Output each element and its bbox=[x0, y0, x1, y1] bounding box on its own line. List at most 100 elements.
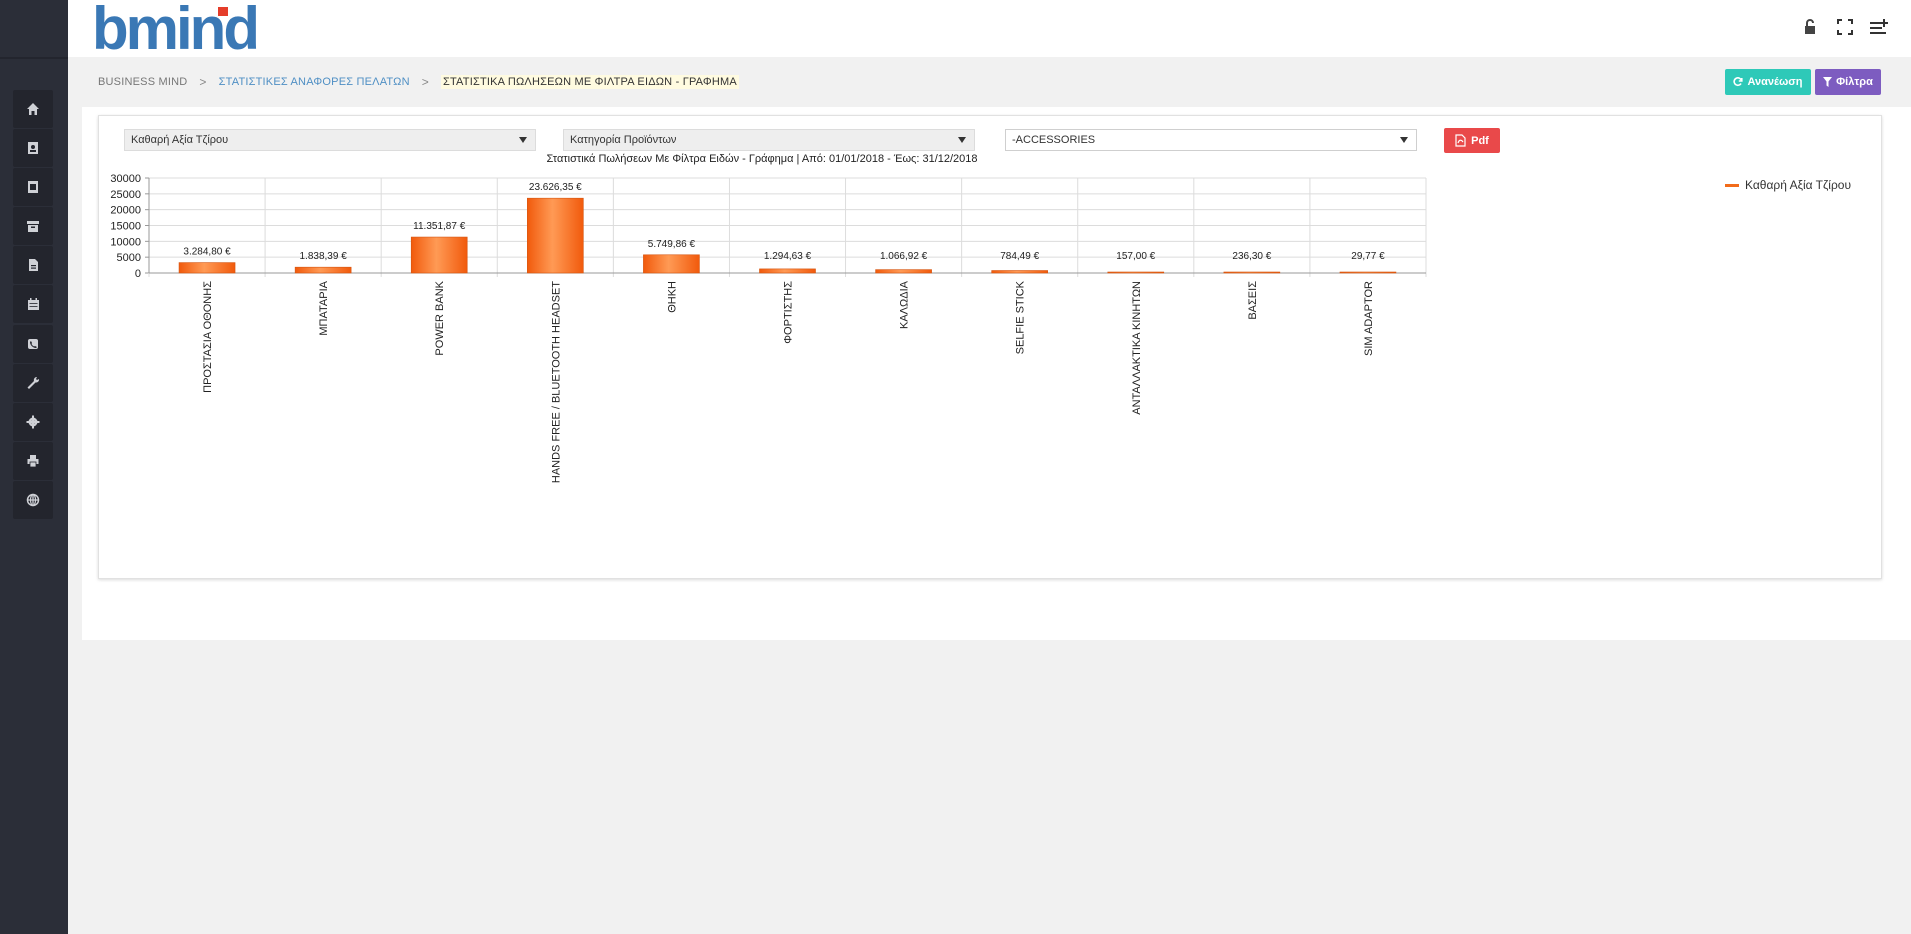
phone-icon bbox=[28, 339, 38, 349]
pdf-label: Pdf bbox=[1471, 134, 1489, 147]
y-tick-label: 0 bbox=[135, 268, 141, 280]
bmind-logo[interactable]: bmind bbox=[92, 3, 292, 55]
measure-select-value: Καθαρή Αξία Τζίρου bbox=[131, 134, 229, 146]
x-tick-label: SELFIE STICK bbox=[1015, 280, 1027, 354]
sidebar-item-globe[interactable] bbox=[13, 481, 53, 519]
x-tick-label: ΘΗΚΗ bbox=[666, 281, 678, 313]
refresh-label: Ανανέωση bbox=[1747, 76, 1803, 88]
x-tick-label: ΜΠΑΤΑΡΙΑ bbox=[318, 280, 330, 335]
x-tick-label: ΠΡΟΣΤΑΣΙΑ ΟΘΟΝΗΣ bbox=[202, 281, 214, 393]
add-list-icon[interactable] bbox=[1869, 18, 1889, 36]
y-tick-label: 15000 bbox=[110, 221, 141, 233]
x-tick-label: POWER BANK bbox=[434, 280, 446, 355]
sidebar-divider bbox=[0, 57, 68, 59]
fullscreen-icon[interactable] bbox=[1835, 18, 1855, 36]
svg-text:bmind: bmind bbox=[92, 3, 257, 55]
sidebar-header bbox=[0, 0, 68, 57]
print-icon bbox=[27, 455, 39, 468]
sidebar-item-address-card[interactable] bbox=[13, 168, 53, 206]
filters-button[interactable]: Φίλτρα bbox=[1815, 69, 1881, 95]
sidebar-item-wrench[interactable] bbox=[13, 364, 53, 402]
y-tick-label: 25000 bbox=[110, 189, 141, 201]
chevron-down-icon bbox=[1400, 137, 1408, 143]
breadcrumb-parent[interactable]: ΣΤΑΤΙΣΤΙΚΕΣ ΑΝΑΦΟΡΕΣ ΠΕΛΑΤΩΝ bbox=[219, 76, 410, 88]
sidebar-item-document[interactable] bbox=[13, 246, 53, 284]
chart-card: Στατιστικά Πωλήσεων Με Φίλτρα Ειδών - Γρ… bbox=[98, 115, 1882, 579]
breadcrumb-separator: > bbox=[199, 75, 207, 89]
bar bbox=[527, 197, 584, 274]
bar bbox=[991, 270, 1048, 274]
breadcrumb-separator: > bbox=[421, 75, 429, 89]
globe-icon bbox=[26, 493, 40, 507]
contacts-book-icon bbox=[28, 142, 38, 154]
bar bbox=[410, 236, 468, 274]
sidebar-item-calendar[interactable] bbox=[13, 285, 53, 323]
bar bbox=[1339, 271, 1397, 274]
legend-swatch bbox=[1725, 183, 1739, 187]
x-tick-label: ΚΑΛΩΔΙΑ bbox=[899, 280, 911, 329]
filter-icon bbox=[1823, 77, 1833, 87]
bar bbox=[178, 262, 236, 274]
y-tick-label: 10000 bbox=[110, 236, 141, 248]
logo-dot bbox=[218, 7, 228, 16]
bar-value-label: 3.284,80 € bbox=[183, 247, 231, 258]
top-bar: bmind bbox=[68, 0, 1911, 57]
pdf-icon bbox=[1455, 134, 1466, 147]
category-select[interactable]: -ACCESSORIES bbox=[1005, 129, 1417, 151]
wrench-icon bbox=[27, 376, 40, 389]
x-tick-label: ΒΑΣΕΙΣ bbox=[1247, 281, 1259, 320]
sidebar-item-print[interactable] bbox=[13, 442, 53, 480]
chart-legend[interactable]: Καθαρή Αξία Τζίρου bbox=[1725, 178, 1851, 192]
bar bbox=[759, 268, 816, 274]
bar-value-label: 5.749,86 € bbox=[648, 239, 696, 250]
pdf-button[interactable]: Pdf bbox=[1444, 128, 1500, 153]
sidebar-item-archive[interactable] bbox=[13, 207, 53, 245]
bar-value-label: 784,49 € bbox=[1000, 251, 1039, 262]
bar-value-label: 1.838,39 € bbox=[300, 251, 348, 262]
bar bbox=[875, 269, 932, 274]
home-icon bbox=[27, 103, 39, 115]
sidebar-item-phone[interactable] bbox=[13, 325, 53, 363]
x-tick-label: ΦΟΡΤΙΣΤΗΣ bbox=[783, 281, 795, 344]
bar-value-label: 11.351,87 € bbox=[413, 221, 466, 232]
breadcrumb-current: ΣΤΑΤΙΣΤΙΚΑ ΠΩΛΗΣΕΩΝ ΜΕ ΦΙΛΤΡΑ ΕΙΔΩΝ - ΓΡ… bbox=[440, 75, 739, 89]
sidebar-item-gear[interactable] bbox=[13, 403, 53, 441]
legend-label: Καθαρή Αξία Τζίρου bbox=[1745, 178, 1852, 192]
category-select-value: -ACCESSORIES bbox=[1012, 134, 1096, 146]
bar bbox=[294, 266, 352, 274]
y-tick-label: 5000 bbox=[117, 252, 141, 264]
bar-value-label: 1.294,63 € bbox=[764, 251, 812, 262]
sidebar bbox=[0, 0, 68, 934]
bar bbox=[1223, 271, 1281, 274]
chevron-down-icon bbox=[519, 137, 527, 143]
refresh-icon bbox=[1733, 77, 1744, 87]
bar-value-label: 157,00 € bbox=[1116, 251, 1155, 262]
address-card-icon bbox=[28, 181, 38, 193]
bar-value-label: 29,77 € bbox=[1351, 251, 1385, 262]
refresh-button[interactable]: Ανανέωση bbox=[1725, 69, 1811, 95]
breadcrumb-home[interactable]: BUSINESS MIND bbox=[98, 76, 187, 88]
archive-icon bbox=[27, 221, 39, 232]
document-icon bbox=[29, 259, 38, 271]
breadcrumb-bar: BUSINESS MIND > ΣΤΑΤΙΣΤΙΚΕΣ ΑΝΑΦΟΡΕΣ ΠΕΛ… bbox=[82, 57, 1911, 107]
bar bbox=[643, 254, 700, 274]
x-tick-label: HANDS FREE / BLUETOOTH HEADSET bbox=[550, 281, 562, 483]
gear-icon bbox=[26, 415, 40, 429]
chevron-down-icon bbox=[958, 137, 966, 143]
measure-select[interactable]: Καθαρή Αξία Τζίρου bbox=[124, 129, 536, 151]
bar-value-label: 23.626,35 € bbox=[529, 182, 582, 193]
lock-open-icon[interactable] bbox=[1801, 18, 1821, 36]
y-tick-label: 20000 bbox=[110, 205, 141, 217]
calendar-icon bbox=[28, 298, 39, 310]
bar-value-label: 236,30 € bbox=[1232, 251, 1271, 262]
bar bbox=[1107, 271, 1165, 274]
grouping-select[interactable]: Κατηγορία Προϊόντων bbox=[563, 129, 975, 151]
grouping-select-value: Κατηγορία Προϊόντων bbox=[570, 134, 677, 146]
y-tick-label: 30000 bbox=[110, 173, 141, 185]
bar-value-label: 1.066,92 € bbox=[880, 251, 928, 262]
x-tick-label: SIM ADAPTOR bbox=[1363, 281, 1375, 356]
sidebar-item-home[interactable] bbox=[13, 90, 53, 128]
filters-label: Φίλτρα bbox=[1836, 76, 1873, 88]
sidebar-item-contacts-book[interactable] bbox=[13, 129, 53, 167]
chart-title: Στατιστικά Πωλήσεων Με Φίλτρα Ειδών - Γρ… bbox=[546, 153, 977, 165]
